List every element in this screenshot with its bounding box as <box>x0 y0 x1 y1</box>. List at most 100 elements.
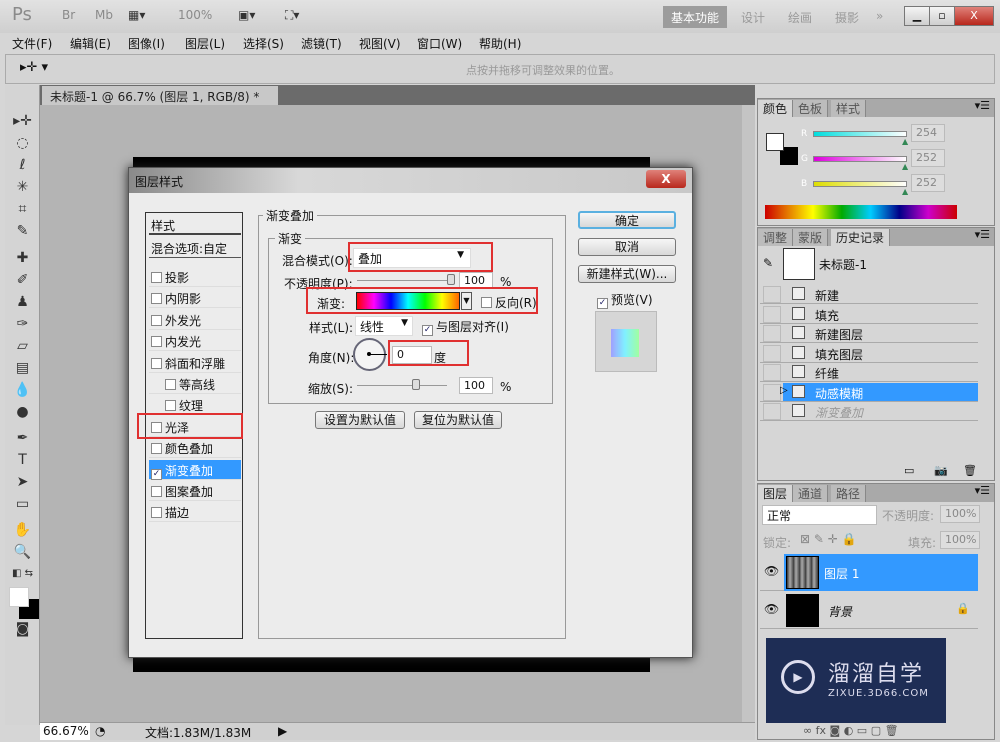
zoom-tool-icon[interactable]: 🔍 <box>5 544 40 560</box>
snapshot-brush-icon[interactable]: ✎ <box>763 256 773 270</box>
pen-tool-icon[interactable]: ✒ <box>5 430 40 446</box>
blur-tool-icon[interactable]: 💧 <box>5 382 40 398</box>
menu-window[interactable]: 窗口(W) <box>417 35 462 52</box>
default-colors-icon[interactable]: ◧ ⇆ <box>5 568 40 579</box>
align-checkbox-box[interactable]: ✓ <box>422 325 433 336</box>
eyedropper-icon[interactable]: ✎ <box>5 223 40 239</box>
lasso-tool-icon[interactable]: ℓ <box>5 157 40 173</box>
history-source-box[interactable] <box>763 383 781 401</box>
scale-input[interactable]: 100 <box>459 377 493 394</box>
channel-value[interactable]: 254 <box>911 124 945 142</box>
style-checkbox[interactable] <box>151 443 162 455</box>
layer-opacity-input[interactable]: 100% <box>940 505 980 523</box>
marquee-tool-icon[interactable]: ◌ <box>5 135 40 151</box>
style-checkbox[interactable]: ✓ <box>151 468 162 480</box>
shape-tool-icon[interactable]: ▭ <box>5 496 40 512</box>
tab-swatches[interactable]: 色板 <box>793 100 829 117</box>
menu-select[interactable]: 选择(S) <box>243 35 284 52</box>
menu-image[interactable]: 图像(I) <box>128 35 165 52</box>
history-item[interactable]: 渐变叠加 <box>760 402 978 421</box>
preview-checkbox-box[interactable]: ✓ <box>597 298 608 309</box>
more-workspaces-button[interactable]: » <box>868 6 891 28</box>
style-checkbox[interactable] <box>151 357 162 369</box>
document-tab[interactable]: 未标题-1 @ 66.7% (图层 1, RGB/8) * ✕ <box>42 86 278 120</box>
layer-row[interactable]: 👁 图层 1 <box>760 554 978 591</box>
view-extras-icon[interactable]: ▦▾ <box>128 8 145 22</box>
dodge-tool-icon[interactable]: ● <box>5 404 40 420</box>
panel-menu-icon[interactable]: ▾☰ <box>975 484 990 497</box>
workspace-design[interactable]: 设计 <box>733 6 773 28</box>
tab-masks[interactable]: 蒙版 <box>793 229 829 246</box>
menu-layer[interactable]: 图层(L) <box>185 35 225 52</box>
history-item[interactable]: 纤维 <box>760 363 978 382</box>
foreground-color-swatch[interactable] <box>9 587 29 607</box>
dialog-close-button[interactable]: X <box>646 170 686 188</box>
history-source-box[interactable] <box>763 344 781 362</box>
ok-button[interactable]: 确定 <box>578 211 676 229</box>
tab-adjustments[interactable]: 调整 <box>758 229 794 246</box>
history-source-box[interactable] <box>763 403 781 420</box>
menu-filter[interactable]: 滤镜(T) <box>301 35 342 52</box>
minimize-button[interactable]: ▁ <box>904 6 930 26</box>
style-item[interactable]: 颜色叠加 <box>149 438 241 459</box>
restore-button[interactable]: ▫ <box>929 6 955 26</box>
style-checkbox[interactable] <box>165 400 176 412</box>
slider-thumb-icon[interactable]: ▲ <box>902 137 908 146</box>
history-item[interactable]: 新建图层 <box>760 324 978 343</box>
cancel-button[interactable]: 取消 <box>578 238 676 256</box>
layer-row[interactable]: 👁 背景 🔒 <box>760 592 978 629</box>
brush-tool-icon[interactable]: ✐ <box>5 272 40 288</box>
slider-thumb-icon[interactable]: ▲ <box>902 162 908 171</box>
zoom-level-dropdown[interactable]: 100% <box>178 8 212 22</box>
workspace-photography[interactable]: 摄影 <box>827 6 867 28</box>
tab-history[interactable]: 历史记录 <box>831 229 891 246</box>
menu-file[interactable]: 文件(F) <box>12 35 52 52</box>
vertical-scrollbar[interactable] <box>742 105 755 722</box>
history-item[interactable]: 填充 <box>760 305 978 324</box>
history-item[interactable]: 新建 <box>760 285 978 304</box>
mini-bridge-button[interactable]: Mb <box>95 8 113 22</box>
magic-wand-icon[interactable]: ✳ <box>5 179 40 195</box>
screen-mode-icon[interactable]: ⛶▾ <box>285 8 299 23</box>
history-source-box[interactable] <box>763 305 781 323</box>
color-spectrum[interactable] <box>765 205 957 219</box>
layer-footer-icons[interactable]: ∞ fx ◙ ◐ ▭ ▢ 🗑 <box>803 724 899 737</box>
snapshot-thumbnail[interactable] <box>783 248 815 280</box>
style-checkbox[interactable] <box>151 336 162 348</box>
opacity-slider[interactable] <box>357 280 455 281</box>
channel-value[interactable]: 252 <box>911 174 945 192</box>
menu-edit[interactable]: 编辑(E) <box>70 35 111 52</box>
style-checkbox[interactable] <box>151 486 162 497</box>
tab-color[interactable]: 颜色 <box>758 100 794 117</box>
snapshot-name[interactable]: 未标题-1 <box>819 256 867 273</box>
layer-name[interactable]: 图层 1 <box>824 565 859 582</box>
style-checkbox[interactable] <box>165 379 176 390</box>
styles-header[interactable]: 样式 <box>149 215 241 235</box>
panel-menu-icon[interactable]: ▾☰ <box>975 99 990 112</box>
align-with-layer-checkbox[interactable]: ✓ 与图层对齐(I) <box>422 318 509 336</box>
blend-mode-select[interactable]: 正常 <box>762 505 877 525</box>
history-source-box[interactable] <box>763 364 781 381</box>
tab-layers[interactable]: 图层 <box>758 485 794 502</box>
healing-brush-icon[interactable]: ✚ <box>5 250 40 266</box>
quick-mask-icon[interactable]: ◙ <box>5 621 40 637</box>
style-item[interactable]: 内阴影 <box>149 288 241 309</box>
zoom-field[interactable]: 66.67% <box>40 723 90 740</box>
hand-tool-icon[interactable]: ✋ <box>5 522 40 538</box>
workspace-essentials[interactable]: 基本功能 <box>663 6 728 28</box>
channel-slider[interactable] <box>813 131 907 137</box>
stamp-tool-icon[interactable]: ♟ <box>5 294 40 310</box>
style-checkbox[interactable] <box>151 272 162 283</box>
history-item[interactable]: ▷ 动感模糊 <box>760 382 978 402</box>
move-tool-icon[interactable]: ▸✛ <box>5 113 40 129</box>
gradient-tool-icon[interactable]: ▤ <box>5 360 40 376</box>
channel-slider[interactable] <box>813 181 907 187</box>
style-item[interactable]: 斜面和浮雕 <box>149 353 241 373</box>
slider-thumb-icon[interactable]: ▲ <box>902 187 908 196</box>
workspace-painting[interactable]: 绘画 <box>780 6 820 28</box>
layer-name[interactable]: 背景 <box>828 603 852 620</box>
opacity-slider-thumb[interactable] <box>447 274 455 285</box>
style-item[interactable]: ✓ 渐变叠加 <box>149 459 241 480</box>
tab-paths[interactable]: 路径 <box>831 485 867 502</box>
eye-icon[interactable]: 👁 <box>764 564 779 578</box>
